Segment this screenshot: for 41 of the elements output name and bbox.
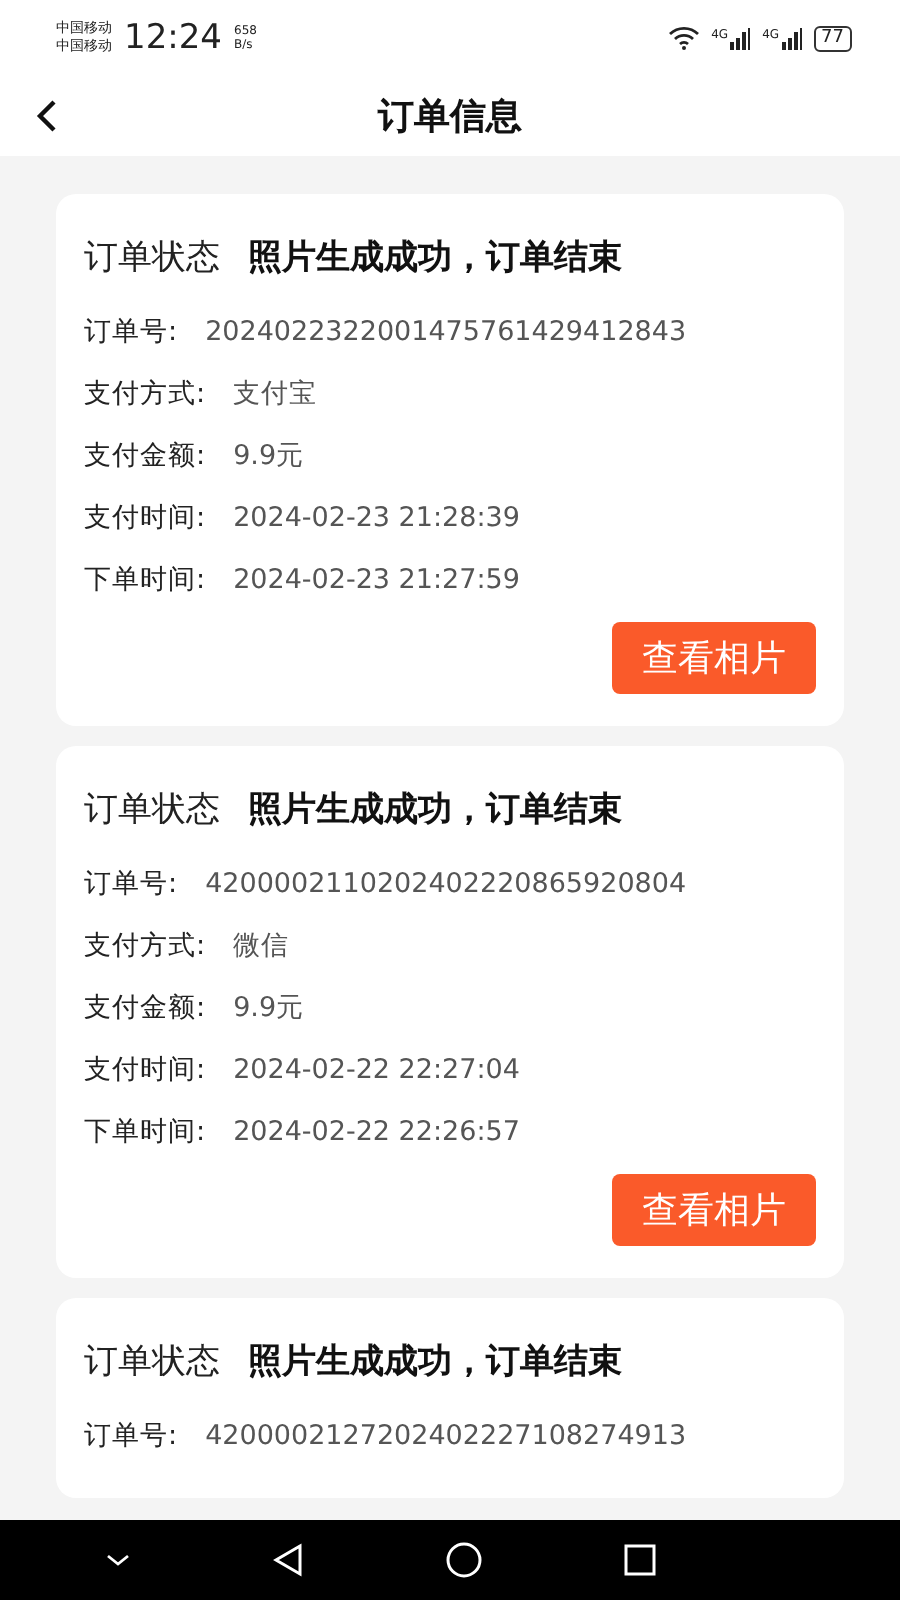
back-icon[interactable] bbox=[32, 96, 60, 136]
field-value: 支付宝 bbox=[233, 375, 318, 411]
field-value: 2024-02-22 22:26:57 bbox=[233, 1115, 520, 1147]
status-label: 订单状态 bbox=[84, 788, 220, 832]
field-value: 2024022322001475761429412843 bbox=[205, 315, 687, 347]
field-label: 支付时间: bbox=[84, 499, 206, 535]
recents-icon[interactable] bbox=[624, 1544, 656, 1576]
field-value: 2024-02-22 22:27:04 bbox=[233, 1053, 520, 1085]
field-value: 4200002110202402220865920804 bbox=[205, 867, 687, 899]
signal-icon bbox=[781, 27, 802, 49]
page-title: 订单信息 bbox=[378, 94, 522, 140]
view-photos-button[interactable]: 查看相片 bbox=[612, 622, 816, 694]
field-value: 2024-02-23 21:27:59 bbox=[233, 563, 520, 595]
field-value: 4200002127202402227108274913 bbox=[205, 1419, 687, 1451]
field-label: 下单时间: bbox=[84, 1113, 206, 1149]
field-label: 下单时间: bbox=[84, 561, 206, 597]
clock-time: 12:24 bbox=[124, 18, 222, 58]
field-label: 支付时间: bbox=[84, 1051, 206, 1087]
field-label: 支付金额: bbox=[84, 989, 206, 1025]
field-label: 支付金额: bbox=[84, 437, 206, 473]
field-value: 9.9元 bbox=[233, 437, 305, 473]
field-label: 支付方式: bbox=[84, 375, 206, 411]
status-label: 订单状态 bbox=[84, 1340, 220, 1384]
battery-level: 77 bbox=[813, 25, 852, 51]
field-value: 9.9元 bbox=[233, 989, 305, 1025]
order-status: 照片生成成功，订单结束 bbox=[248, 236, 622, 280]
field-label: 支付方式: bbox=[84, 927, 206, 963]
field-label: 订单号: bbox=[84, 313, 178, 349]
field-label: 订单号: bbox=[84, 1417, 178, 1453]
field-value: 2024-02-23 21:28:39 bbox=[233, 501, 520, 533]
order-status: 照片生成成功，订单结束 bbox=[248, 1340, 622, 1384]
signal-icon bbox=[730, 27, 751, 49]
field-value: 微信 bbox=[233, 927, 290, 963]
view-photos-button[interactable]: 查看相片 bbox=[612, 1174, 816, 1246]
order-status: 照片生成成功，订单结束 bbox=[248, 788, 622, 832]
field-label: 订单号: bbox=[84, 865, 178, 901]
wifi-icon bbox=[667, 26, 700, 50]
home-icon[interactable] bbox=[444, 1540, 484, 1580]
status-label: 订单状态 bbox=[84, 236, 220, 280]
collapse-icon[interactable] bbox=[104, 1550, 132, 1570]
back-nav-icon[interactable] bbox=[272, 1542, 304, 1578]
